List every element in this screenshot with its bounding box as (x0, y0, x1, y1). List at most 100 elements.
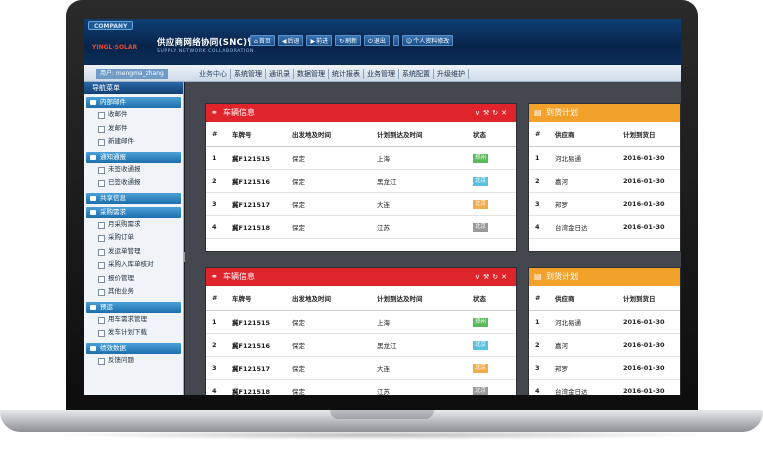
row-number: 4 (206, 379, 226, 395)
refresh-icon: ↻ (339, 38, 345, 45)
sidebar-item-signed-notices[interactable]: 已签收通报 (84, 176, 183, 190)
home-button[interactable]: ⌂首页 (250, 35, 275, 46)
menu-contacts[interactable]: 通讯录 (266, 69, 294, 79)
plate-number: 冀F121516 (226, 333, 286, 357)
wrench-icon[interactable]: ⚒ (483, 273, 492, 281)
table-row[interactable]: 4 冀F121518 保定 江苏 北京 (206, 215, 516, 239)
panel-title: 到货计划 (546, 108, 578, 117)
panel-tools: ∨⚒↻✕ (475, 104, 510, 122)
table-row[interactable]: 3 冀F121517 保定 大连 北京 (206, 192, 516, 216)
laptop-screen: COMPANY YINGL·SOLAR 供应商网络协同(SNC)管理 SUPPL… (84, 19, 681, 395)
sidebar-item-monthly-demand[interactable]: 月采购需求 (84, 218, 183, 232)
sidebar-item-receipt-check[interactable]: 采购入库单核对 (84, 258, 183, 272)
delivery-table: # 供应商 计划到货日 1 河北易通 2016-01-30 2 嘉河 2016-… (529, 286, 680, 395)
plate-number: 冀F121518 (226, 379, 286, 395)
supplier: 河北易通 (549, 146, 617, 170)
column-header: # (529, 122, 549, 147)
status-badge: 北京 (473, 363, 489, 373)
share-icon: ⚭ (211, 108, 218, 117)
sidebar-group-shared-info[interactable]: 共享信息 (86, 192, 181, 204)
sidebar-item-vehicle-demand[interactable]: 用车需求管理 (84, 313, 183, 327)
destination: 大连 (371, 356, 467, 380)
exit-button[interactable]: ⏻退出 (364, 35, 390, 46)
refresh-button[interactable]: ↻刷新 (335, 35, 362, 46)
sidebar-group-mail[interactable]: 内部邮件 (86, 97, 181, 108)
status-badge: 北京 (473, 176, 489, 186)
sidebar-group-performance[interactable]: 绩效数据 (86, 342, 181, 354)
vehicle-table: # 车牌号 出发地及时间 计划到达及时间 状态 1 冀F121515 保定 上海… (206, 122, 516, 239)
planned-date: 2016-01-30 (617, 146, 680, 170)
panel-header: ⚭ 车辆信息 ∨⚒↻✕ (206, 104, 516, 122)
menu-business-center[interactable]: 业务中心 (196, 69, 231, 79)
table-row[interactable]: 3 邦罗 2016-01-30 (529, 356, 680, 380)
menu-system-management[interactable]: 系统管理 (231, 69, 266, 79)
table-row[interactable]: 1 河北易通 2016-01-30 (529, 146, 680, 170)
collapse-icon[interactable]: ∨ (475, 109, 483, 117)
close-icon[interactable]: ✕ (501, 109, 510, 117)
menu-data-management[interactable]: 数据管理 (294, 69, 329, 79)
menu-system-config[interactable]: 系统配置 (399, 69, 434, 79)
company-badge: COMPANY (88, 21, 134, 30)
menu-business-management[interactable]: 业务管理 (364, 69, 399, 79)
column-header: 计划到达及时间 (371, 122, 467, 147)
sidebar-item-quotes[interactable]: 报价管理 (84, 272, 183, 286)
origin: 保定 (286, 169, 371, 193)
planned-date: 2016-01-30 (617, 310, 680, 334)
vehicle-panel: ⚭ 车辆信息 ∨⚒↻✕ # 车牌号 出发地及时间 计划到达及时间 状态 1 冀F… (205, 103, 517, 252)
sidebar-group-purchase[interactable]: 采购需求 (86, 206, 181, 218)
table-row[interactable]: 1 冀F121515 保定 上海 郑州 (206, 146, 516, 170)
table-row[interactable]: 4 台湾金日达 2016-01-30 (529, 379, 680, 395)
delivery-plan-panel: ▤ 到货计划 # 供应商 计划到货日 1 河北易通 2016-01-30 2 嘉… (528, 103, 681, 252)
sidebar-item-new-mail[interactable]: 新建邮件 (84, 135, 183, 149)
sidebar-item-other[interactable]: 其他业务 (84, 285, 183, 299)
share-icon: ⚭ (211, 272, 218, 281)
sidebar-item-unsigned-notices[interactable]: 未签收通报 (84, 163, 183, 177)
back-button[interactable]: ◀后退 (277, 35, 304, 46)
table-row[interactable]: 2 嘉河 2016-01-30 (529, 333, 680, 357)
sidebar-item-outbox[interactable]: 发邮件 (84, 122, 183, 136)
refresh-icon[interactable]: ↻ (492, 273, 501, 281)
status-badge: 北京 (473, 199, 489, 209)
row-number: 2 (529, 169, 549, 193)
planned-date: 2016-01-30 (617, 192, 680, 216)
table-row[interactable]: 2 嘉河 2016-01-30 (529, 169, 680, 193)
sidebar-group-notices[interactable]: 通知通报 (86, 151, 181, 163)
collapse-icon[interactable]: ∨ (475, 273, 483, 281)
table-row[interactable]: 2 冀F121516 保定 黑龙江 北京 (206, 169, 516, 193)
sidebar-item-feedback[interactable]: 反馈问题 (84, 354, 183, 368)
row-number: 1 (529, 146, 549, 170)
table-row[interactable]: 3 冀F121517 保定 大连 北京 (206, 356, 516, 380)
sidebar-item-inbox[interactable]: 收邮件 (84, 108, 183, 122)
origin: 保定 (286, 356, 371, 380)
row-number: 3 (206, 192, 226, 216)
table-row[interactable]: 1 冀F121515 保定 上海 郑州 (206, 310, 516, 334)
table-row[interactable]: 3 邦罗 2016-01-30 (529, 192, 680, 216)
column-header: # (206, 122, 226, 147)
row-number: 2 (206, 169, 226, 193)
app-header: COMPANY YINGL·SOLAR 供应商网络协同(SNC)管理 SUPPL… (84, 19, 681, 65)
origin: 保定 (286, 192, 371, 216)
status-badge: 郑州 (473, 153, 489, 163)
table-row[interactable]: 1 河北易通 2016-01-30 (529, 310, 680, 334)
sidebar-group-pre-shipping[interactable]: 预运 (86, 301, 181, 313)
sidebar-item-dispatch-download[interactable]: 发车计划下载 (84, 326, 183, 340)
row-number: 3 (529, 192, 549, 216)
wrench-icon[interactable]: ⚒ (483, 109, 492, 117)
menu-upgrade[interactable]: 升级维护 (434, 69, 469, 79)
column-header: 计划到货日 (617, 286, 680, 311)
table-row[interactable]: 4 冀F121518 保定 江苏 北京 (206, 379, 516, 395)
forward-button[interactable]: ▶前进 (306, 35, 333, 46)
edit-profile-button[interactable]: ☺个人资料修改 (401, 35, 454, 46)
sidebar-title: 导航菜单 (84, 82, 183, 94)
table-row[interactable]: 2 冀F121516 保定 黑龙江 北京 (206, 333, 516, 357)
menu-statistics[interactable]: 统计报表 (329, 69, 364, 79)
planned-date: 2016-01-30 (617, 356, 680, 380)
sidebar-item-shipping[interactable]: 发运单管理 (84, 245, 183, 259)
vehicle-table: # 车牌号 出发地及时间 计划到达及时间 状态 1 冀F121515 保定 上海… (206, 286, 516, 395)
plate-number: 冀F121517 (226, 356, 286, 380)
close-icon[interactable]: ✕ (501, 273, 510, 281)
table-row[interactable]: 4 台湾金日达 2016-01-30 (529, 215, 680, 239)
table-header-row: # 供应商 计划到货日 (529, 286, 680, 311)
refresh-icon[interactable]: ↻ (492, 109, 501, 117)
sidebar-item-purchase-orders[interactable]: 采购订单 (84, 231, 183, 245)
